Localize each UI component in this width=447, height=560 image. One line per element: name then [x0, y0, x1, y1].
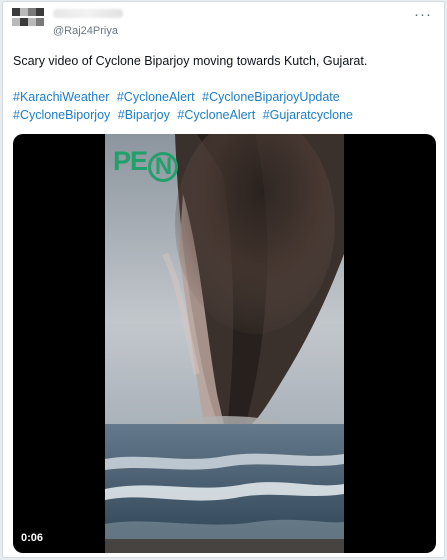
watermark-logo: PE N — [113, 146, 179, 182]
hashtag-link[interactable]: #CycloneBiparjoyUpdate — [202, 90, 340, 104]
hashtag-link[interactable]: #CycloneBiporjoy — [13, 108, 110, 122]
tweet-text: Scary video of Cyclone Biparjoy moving t… — [13, 54, 368, 68]
cyclone-image — [105, 134, 344, 553]
hashtag-link[interactable]: #CycloneAlert — [117, 90, 195, 104]
watermark-ring-text: N — [148, 152, 179, 182]
video-timestamp: 0:06 — [21, 532, 44, 544]
hashtag-link[interactable]: #CycloneAlert — [177, 108, 255, 122]
video-frame[interactable]: PE N — [105, 134, 344, 553]
hashtag-link[interactable]: #Biparjoy — [118, 108, 170, 122]
avatar[interactable] — [12, 8, 46, 28]
watermark-text: PE — [113, 146, 148, 176]
hashtag-link[interactable]: #Gujaratcyclone — [263, 108, 353, 122]
video-player[interactable]: PE N 0:06 — [13, 134, 436, 553]
more-options-icon[interactable]: ··· — [414, 6, 432, 23]
display-name-blurred[interactable] — [53, 9, 123, 18]
hashtag-list: #KarachiWeather #CycloneAlert #CycloneBi… — [13, 88, 438, 124]
hashtag-link[interactable]: #KarachiWeather — [13, 90, 109, 104]
user-handle[interactable]: @Raj24Priya — [53, 25, 118, 37]
tweet-card[interactable]: @Raj24Priya ··· Scary video of Cyclone B… — [2, 1, 445, 558]
